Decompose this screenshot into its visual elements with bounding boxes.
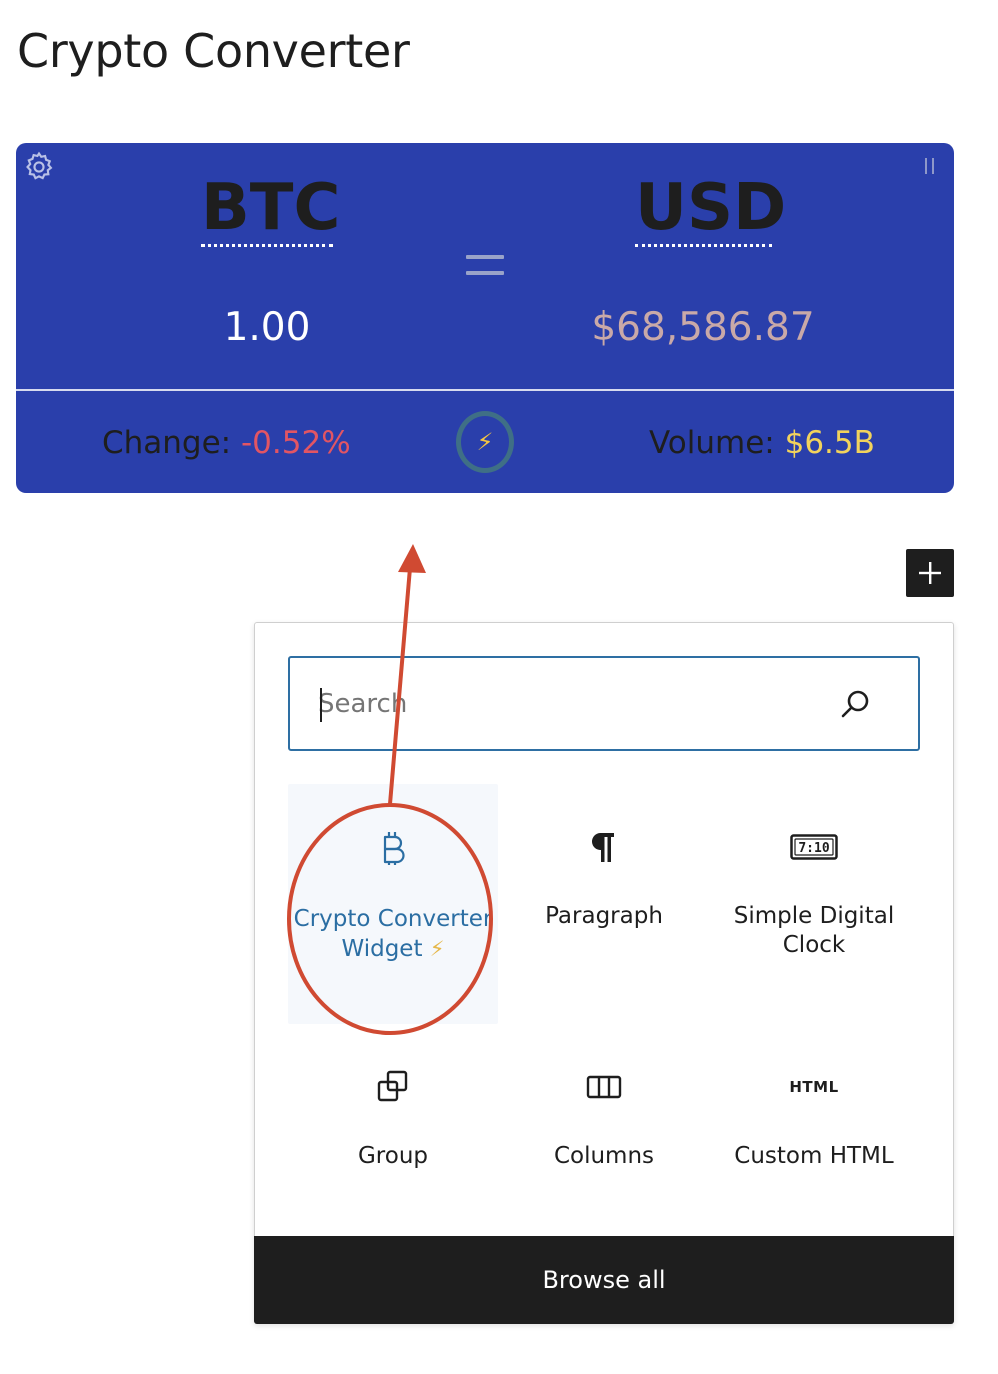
block-crypto-converter-widget[interactable]: Crypto Converter Widget ⚡: [288, 784, 498, 1024]
block-label: Custom HTML: [734, 1143, 894, 1169]
volume-value: $6.5B: [784, 425, 875, 461]
widget-divider: [16, 389, 954, 391]
equals-icon: [466, 255, 504, 277]
block-columns[interactable]: Columns: [499, 1024, 709, 1264]
add-block-button[interactable]: [906, 549, 954, 597]
block-label: Paragraph: [545, 903, 663, 929]
plus-icon: [919, 562, 941, 584]
block-custom-html[interactable]: HTML Custom HTML: [709, 1024, 919, 1264]
html-icon: HTML: [789, 1078, 839, 1096]
drag-handle-icon[interactable]: [922, 155, 938, 177]
gear-icon[interactable]: [22, 150, 56, 184]
volume-label: Volume:: [649, 425, 785, 461]
paragraph-icon: [591, 833, 614, 862]
columns-icon: [586, 1075, 622, 1099]
text-cursor: [320, 688, 322, 722]
search-input[interactable]: [318, 684, 818, 724]
group-icon: [377, 1070, 408, 1102]
block-paragraph[interactable]: Paragraph: [499, 784, 709, 1024]
browse-all-button[interactable]: Browse all: [254, 1236, 954, 1324]
block-simple-digital-clock[interactable]: 7:10 Simple Digital Clock: [709, 784, 919, 1024]
block-label: Simple Digital Clock: [733, 903, 895, 958]
bitcoin-icon: [383, 832, 405, 865]
lightning-icon[interactable]: ⚡: [456, 411, 514, 473]
change-label: Change:: [102, 425, 241, 461]
converted-amount: $68,586.87: [591, 305, 815, 350]
page-title: Crypto Converter: [17, 24, 410, 78]
from-amount[interactable]: 1.00: [167, 306, 367, 350]
change-value: -0.52%: [241, 425, 351, 461]
to-currency-code[interactable]: USD: [635, 176, 786, 247]
digital-clock-icon: 7:10: [790, 834, 838, 860]
change-stat: Change: -0.52%: [102, 424, 351, 462]
block-label: Group: [357, 1143, 429, 1169]
clock-icon-text: 7:10: [798, 841, 829, 856]
block-group[interactable]: Group: [288, 1024, 498, 1264]
annotation-arrowhead: [398, 544, 426, 573]
block-label: Crypto Converter Widget ⚡: [293, 906, 493, 962]
block-label: Columns: [553, 1143, 655, 1169]
from-currency-code[interactable]: BTC: [201, 176, 340, 247]
search-field[interactable]: [288, 656, 920, 751]
volume-stat: Volume: $6.5B: [649, 424, 875, 462]
search-icon[interactable]: [840, 688, 872, 720]
